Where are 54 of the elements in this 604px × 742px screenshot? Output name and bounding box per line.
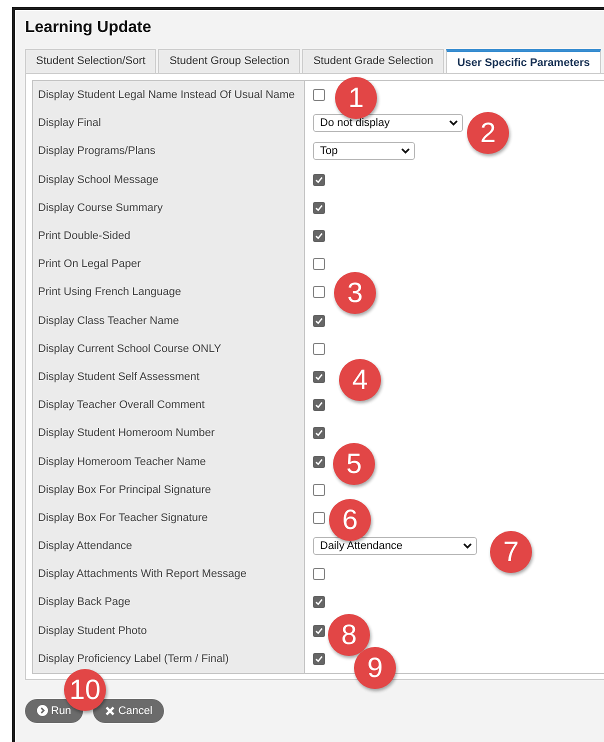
checkbox[interactable]	[313, 202, 325, 214]
parameter-label: Display Attachments With Report Message	[33, 560, 305, 588]
tab[interactable]: Student Group Selection	[158, 49, 300, 73]
window-title: Learning Update	[25, 18, 152, 38]
chevron-down-icon	[401, 148, 410, 154]
parameter-label: Display Box For Teacher Signature	[33, 504, 305, 532]
run-button[interactable]: Run	[25, 698, 84, 723]
tab[interactable]: User Specific Parameters	[446, 49, 601, 73]
dropdown[interactable]: Top	[313, 142, 415, 160]
checkbox[interactable]	[313, 427, 325, 440]
parameter-label: Display Student Legal Name Instead Of Usual Name	[33, 81, 305, 110]
checkbox[interactable]	[313, 342, 325, 355]
checkbox[interactable]	[313, 484, 325, 496]
close-icon	[105, 706, 116, 716]
parameter-label: Print Using French Language	[33, 278, 305, 306]
checkbox[interactable]	[313, 568, 325, 580]
parameter-label: Display Homeroom Teacher Name	[33, 447, 305, 476]
parameter-label: Display Student Homeroom Number	[33, 419, 305, 448]
checkbox[interactable]	[313, 456, 325, 468]
checkbox[interactable]	[313, 399, 325, 412]
checkbox[interactable]	[313, 370, 325, 383]
checkbox[interactable]	[313, 512, 325, 524]
cancel-button[interactable]: Cancel	[93, 698, 164, 723]
dropdown[interactable]: Daily Attendance	[313, 537, 477, 556]
parameter-label: Display Current School Course ONLY	[33, 334, 305, 363]
parameter-label: Display Box For Principal Signature	[33, 476, 305, 504]
tab[interactable]: Student Selection/Sort	[25, 49, 156, 73]
dropdown[interactable]: Do not display	[313, 114, 463, 132]
parameter-label: Display Back Page	[33, 588, 305, 617]
checkbox[interactable]	[313, 89, 325, 102]
parameter-label: Display Final	[33, 109, 305, 138]
parameter-label: Display School Message	[33, 166, 305, 194]
tab[interactable]: Student Grade Selection	[302, 49, 444, 73]
checkbox[interactable]	[313, 624, 325, 637]
checkbox[interactable]	[313, 286, 325, 298]
parameter-label: Display Student Self Assessment	[33, 362, 305, 392]
parameter-label: Display Class Teacher Name	[33, 306, 305, 335]
parameter-label: Display Attendance	[33, 532, 305, 560]
checkbox[interactable]	[313, 258, 325, 270]
parameter-label: Display Proficiency Label (Term / Final)	[33, 644, 305, 673]
parameter-label: Display Programs/Plans	[33, 137, 305, 166]
parameter-label: Display Teacher Overall Comment	[33, 391, 305, 420]
parameter-label: Print On Legal Paper	[33, 250, 305, 278]
parameter-label: Display Student Photo	[33, 616, 305, 645]
parameter-label: Print Double-Sided	[33, 222, 305, 250]
checkbox[interactable]	[313, 174, 325, 186]
parameter-label: Display Course Summary	[33, 194, 305, 222]
checkbox[interactable]	[313, 652, 325, 665]
arrow-circle-icon	[37, 705, 48, 716]
chevron-down-icon	[463, 543, 472, 550]
checkbox[interactable]	[313, 230, 325, 242]
checkbox[interactable]	[313, 314, 325, 327]
checkbox[interactable]	[313, 596, 325, 608]
chevron-down-icon	[449, 120, 458, 126]
